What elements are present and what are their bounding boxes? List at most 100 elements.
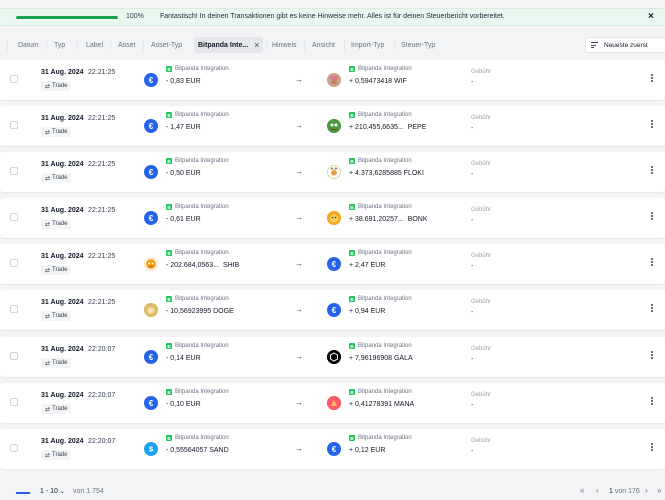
banner-message: Fantastisch! In deinen Transaktionen gib…: [160, 13, 505, 20]
to-source: B Bitpanda Integration: [349, 158, 412, 164]
from-amount-value: - 0,61 EUR: [166, 216, 201, 223]
from-asset-icon: €: [144, 396, 158, 410]
tx-date: 31 Aug. 2024: [41, 299, 84, 306]
more-options-icon[interactable]: [651, 396, 653, 406]
to-amount: + 2,47 EUR: [349, 262, 389, 269]
row-checkbox[interactable]: [10, 121, 18, 129]
more-options-icon[interactable]: [651, 350, 653, 360]
sort-dropdown[interactable]: Neueste zuerst: [585, 37, 665, 53]
row-checkbox[interactable]: [10, 167, 18, 175]
fee-label: Gebühr: [471, 161, 492, 167]
row-checkbox[interactable]: [10, 259, 18, 267]
filter-label[interactable]: Label: [82, 37, 107, 53]
tx-time: 22:21:25: [88, 299, 116, 306]
filter-integration-label: Bitpanda Inte...: [198, 41, 249, 49]
tx-type-tag: ⇄ Trade: [41, 358, 72, 368]
prev-page-button[interactable]: ‹: [596, 486, 599, 495]
to-asset-icon: [327, 165, 341, 179]
to-asset-icon: €: [327, 257, 341, 271]
tx-date: 31 Aug. 2024: [41, 161, 84, 168]
table-row[interactable]: 31 Aug. 2024 22:21:25 ⇄ Trade € B Bitpanda…: [0, 152, 665, 192]
progress-percent: 100%: [126, 13, 144, 20]
from-asset-icon: €: [144, 119, 158, 133]
table-row[interactable]: 31 Aug. 2024 22:21:25 ⇄ Trade € B Bitpanda…: [0, 198, 665, 238]
tx-date: 31 Aug. 2024: [41, 346, 84, 353]
clear-filter-icon[interactable]: ×: [254, 40, 259, 50]
tx-type-tag: ⇄ Trade: [41, 450, 72, 460]
arrow-right-icon: →: [295, 259, 303, 268]
tx-time: 22:21:25: [88, 207, 116, 214]
from-source: B Bitpanda Integration: [166, 250, 229, 256]
from-amount-value: - 0,14 EUR: [166, 355, 201, 362]
row-checkbox[interactable]: [10, 444, 18, 452]
filter-import-type[interactable]: Import-Typ: [347, 37, 388, 53]
tx-type-label: Trade: [52, 129, 68, 135]
to-amount: + 0,12 EUR: [349, 447, 389, 454]
fee-value: -: [471, 79, 474, 86]
more-options-icon[interactable]: [651, 442, 653, 452]
filter-view[interactable]: Ansicht: [308, 37, 339, 53]
filter-asset-type[interactable]: Asset-Typ: [147, 37, 186, 53]
arrow-right-icon: →: [295, 75, 303, 84]
arrow-right-icon: →: [295, 213, 303, 222]
sort-icon: [591, 41, 598, 49]
table-row[interactable]: 31 Aug. 2024 22:21:25 ⇄ Trade € B Bitpanda…: [0, 106, 665, 146]
table-row[interactable]: 31 Aug. 2024 22:20:07 ⇄ Trade S B Bitpanda…: [0, 429, 665, 469]
from-amount: - 202.684,0563... SHIB: [166, 262, 239, 269]
swap-icon: ⇄: [45, 83, 51, 90]
arrow-right-icon: →: [295, 444, 303, 453]
filter-type[interactable]: Typ: [50, 37, 69, 53]
to-amount-value: + 0,41278391 MANA: [349, 401, 415, 408]
row-checkbox[interactable]: [10, 75, 18, 83]
to-source-label: Bitpanda Integration: [358, 158, 412, 164]
per-page-select[interactable]: 1 - 10 ⌄: [40, 488, 65, 495]
tx-time: 22:21:25: [88, 115, 116, 122]
filter-asset[interactable]: Asset: [114, 37, 140, 53]
row-checkbox[interactable]: [10, 352, 18, 360]
current-page[interactable]: 1: [609, 488, 613, 495]
integration-icon: B: [166, 66, 172, 72]
filter-tax-type[interactable]: Steuer-Typ: [397, 37, 439, 53]
from-amount: - 0,10 EUR: [166, 401, 205, 408]
to-symbol: PEPE: [407, 124, 427, 131]
divider: [7, 40, 8, 51]
to-amount-value: + 7,96196908 GALA: [349, 355, 413, 362]
tx-type-tag: ⇄ Trade: [41, 173, 72, 183]
next-page-button[interactable]: ›: [645, 486, 648, 495]
table-row[interactable]: 31 Aug. 2024 22:20:07 ⇄ Trade € B Bitpanda…: [0, 383, 665, 423]
from-source-label: Bitpanda Integration: [175, 158, 229, 164]
more-options-icon[interactable]: [651, 257, 653, 267]
more-options-icon[interactable]: [651, 119, 653, 129]
more-options-icon[interactable]: [651, 303, 653, 313]
to-amount: + 0,94 EUR: [349, 308, 389, 315]
fee-value: -: [471, 402, 474, 409]
to-asset-icon: [327, 396, 341, 410]
filter-hint[interactable]: Hinweis: [268, 37, 301, 53]
to-asset-icon: €: [327, 442, 341, 456]
last-page-button[interactable]: »: [657, 486, 661, 495]
row-checkbox[interactable]: [10, 398, 18, 406]
first-page-button[interactable]: «: [580, 486, 584, 495]
integration-icon: B: [349, 389, 355, 395]
table-row[interactable]: 31 Aug. 2024 22:20:07 ⇄ Trade € B Bitpanda…: [0, 337, 665, 377]
banner-close-button[interactable]: ×: [648, 11, 654, 22]
row-checkbox[interactable]: [10, 305, 18, 313]
more-options-icon[interactable]: [651, 211, 653, 221]
sort-label: Neueste zuerst: [604, 41, 648, 49]
tx-type-tag: ⇄ Trade: [41, 311, 72, 321]
more-options-icon[interactable]: [651, 165, 653, 175]
fee-label: Gebühr: [471, 392, 492, 398]
table-row[interactable]: 31 Aug. 2024 22:21:25 ⇄ Trade B Bitpanda I…: [0, 290, 665, 330]
fee-label: Gebühr: [471, 438, 492, 444]
table-row[interactable]: 31 Aug. 2024 22:21:25 ⇄ Trade B Bitpanda I…: [0, 244, 665, 284]
integration-icon: B: [166, 204, 172, 210]
tx-type-label: Trade: [52, 452, 68, 458]
filter-integration-active[interactable]: Bitpanda Inte... ×: [194, 37, 264, 53]
table-row[interactable]: 31 Aug. 2024 22:21:25 ⇄ Trade € B Bitpanda…: [0, 60, 665, 100]
from-source: B Bitpanda Integration: [166, 343, 229, 349]
filter-date[interactable]: Datum: [14, 37, 43, 53]
row-checkbox[interactable]: [10, 213, 18, 221]
more-options-icon[interactable]: [651, 73, 653, 83]
to-source: B Bitpanda Integration: [349, 389, 412, 395]
to-source-label: Bitpanda Integration: [358, 112, 412, 118]
